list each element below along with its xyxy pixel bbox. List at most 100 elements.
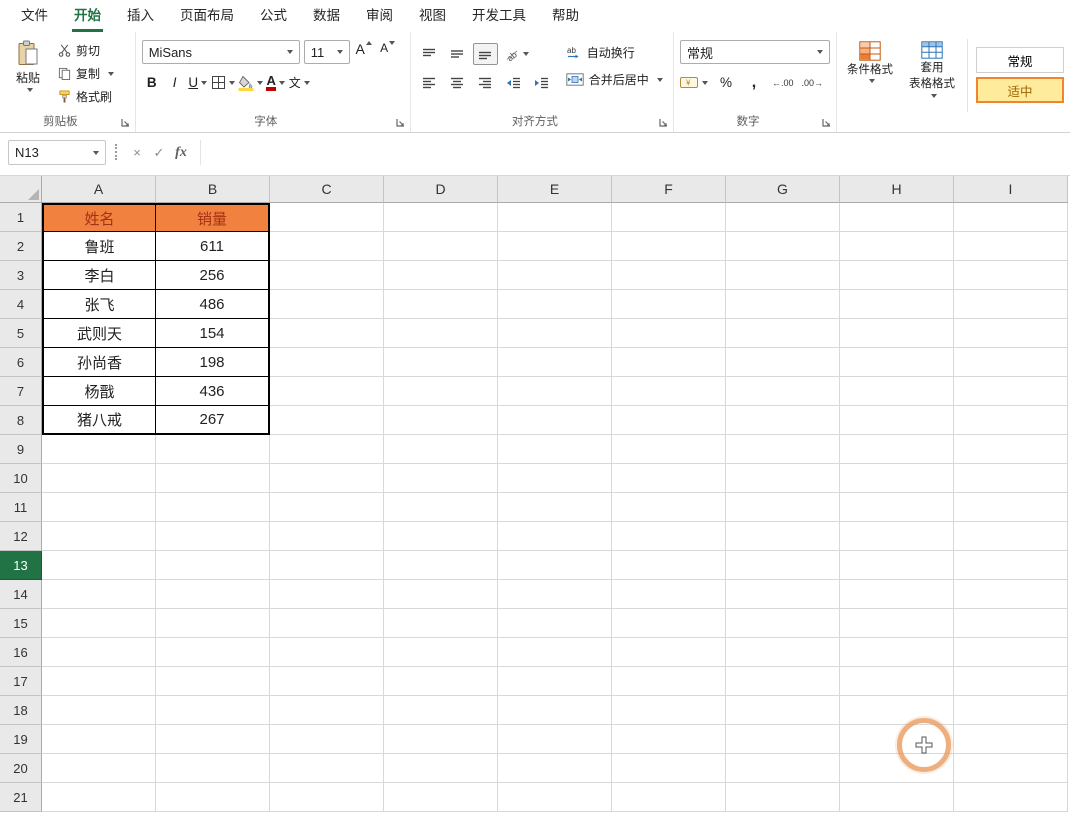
cell-A8[interactable]: 猪八戒 <box>42 406 156 435</box>
borders-dropdown-icon[interactable] <box>228 80 235 85</box>
cell-H13[interactable] <box>840 551 954 580</box>
cell-I15[interactable] <box>954 609 1068 638</box>
cell-A4[interactable]: 张飞 <box>42 290 156 319</box>
cut-button[interactable]: 剪切 <box>58 40 114 61</box>
cell-B2[interactable]: 611 <box>156 232 270 261</box>
cell-A3[interactable]: 李白 <box>42 261 156 290</box>
cell-I9[interactable] <box>954 435 1068 464</box>
borders-button[interactable] <box>211 71 235 94</box>
cell-C15[interactable] <box>270 609 384 638</box>
cell-G20[interactable] <box>726 754 840 783</box>
cell-D9[interactable] <box>384 435 498 464</box>
row-header-7[interactable]: 7 <box>0 377 42 406</box>
cell-F4[interactable] <box>612 290 726 319</box>
cell-A20[interactable] <box>42 754 156 783</box>
bottom-align-button[interactable] <box>472 43 498 65</box>
cell-D14[interactable] <box>384 580 498 609</box>
cell-G15[interactable] <box>726 609 840 638</box>
merge-center-button[interactable]: 合并后居中 <box>566 71 663 88</box>
cell-I16[interactable] <box>954 638 1068 667</box>
cell-H16[interactable] <box>840 638 954 667</box>
cell-G16[interactable] <box>726 638 840 667</box>
column-header-H[interactable]: H <box>840 176 954 203</box>
cell-A5[interactable]: 武则天 <box>42 319 156 348</box>
cell-G10[interactable] <box>726 464 840 493</box>
cell-I11[interactable] <box>954 493 1068 522</box>
row-header-13[interactable]: 13 <box>0 551 42 580</box>
percent-style-button[interactable]: % <box>716 71 736 94</box>
format-as-table-button[interactable]: 套用 表格格式 <box>905 39 959 112</box>
cell-I7[interactable] <box>954 377 1068 406</box>
cell-G17[interactable] <box>726 667 840 696</box>
cell-H11[interactable] <box>840 493 954 522</box>
cell-I3[interactable] <box>954 261 1068 290</box>
cell-A2[interactable]: 鲁班 <box>42 232 156 261</box>
shrink-font-button[interactable]: A <box>378 40 398 64</box>
cell-C20[interactable] <box>270 754 384 783</box>
paste-dropdown-icon[interactable] <box>26 88 33 92</box>
menu-tab-page-layout[interactable]: 页面布局 <box>167 0 247 32</box>
font-size-combo[interactable]: 11 <box>303 40 350 64</box>
cell-H8[interactable] <box>840 406 954 435</box>
cell-A9[interactable] <box>42 435 156 464</box>
accounting-dropdown-icon[interactable] <box>702 80 708 85</box>
top-align-button[interactable] <box>417 43 442 65</box>
column-header-C[interactable]: C <box>270 176 384 203</box>
cell-C8[interactable] <box>270 406 384 435</box>
number-format-combo[interactable]: 常规 <box>680 40 830 64</box>
cell-B14[interactable] <box>156 580 270 609</box>
cell-B6[interactable]: 198 <box>156 348 270 377</box>
paste-button[interactable]: 粘贴 <box>6 36 50 107</box>
cell-I13[interactable] <box>954 551 1068 580</box>
cell-I10[interactable] <box>954 464 1068 493</box>
cell-G9[interactable] <box>726 435 840 464</box>
format-as-table-dropdown-icon[interactable] <box>930 93 937 98</box>
cell-C1[interactable] <box>270 203 384 232</box>
cell-C11[interactable] <box>270 493 384 522</box>
cell-E19[interactable] <box>498 725 612 754</box>
cell-H5[interactable] <box>840 319 954 348</box>
cell-C19[interactable] <box>270 725 384 754</box>
column-header-D[interactable]: D <box>384 176 498 203</box>
italic-button[interactable]: I <box>165 71 185 94</box>
cell-A12[interactable] <box>42 522 156 551</box>
cell-B18[interactable] <box>156 696 270 725</box>
cell-C17[interactable] <box>270 667 384 696</box>
increase-decimal-button[interactable]: ←.00 <box>772 71 794 94</box>
cell-D6[interactable] <box>384 348 498 377</box>
row-header-5[interactable]: 5 <box>0 319 42 348</box>
cell-B17[interactable] <box>156 667 270 696</box>
cell-D8[interactable] <box>384 406 498 435</box>
cell-D3[interactable] <box>384 261 498 290</box>
cell-G11[interactable] <box>726 493 840 522</box>
copy-dropdown-icon[interactable] <box>108 71 115 76</box>
row-header-4[interactable]: 4 <box>0 290 42 319</box>
row-header-20[interactable]: 20 <box>0 754 42 783</box>
select-all-button[interactable] <box>0 176 42 203</box>
cell-F1[interactable] <box>612 203 726 232</box>
cell-B21[interactable] <box>156 783 270 812</box>
cell-I19[interactable] <box>954 725 1068 754</box>
decrease-indent-button[interactable] <box>501 72 526 94</box>
row-header-18[interactable]: 18 <box>0 696 42 725</box>
cell-F19[interactable] <box>612 725 726 754</box>
cell-F13[interactable] <box>612 551 726 580</box>
row-header-1[interactable]: 1 <box>0 203 42 232</box>
cell-E4[interactable] <box>498 290 612 319</box>
cell-B8[interactable]: 267 <box>156 406 270 435</box>
cell-F8[interactable] <box>612 406 726 435</box>
cell-F17[interactable] <box>612 667 726 696</box>
cell-B3[interactable]: 256 <box>156 261 270 290</box>
font-size-dropdown-icon[interactable] <box>336 50 343 54</box>
menu-tab-data[interactable]: 数据 <box>300 0 353 32</box>
cell-B11[interactable] <box>156 493 270 522</box>
clipboard-dialog-launcher-icon[interactable] <box>120 117 131 128</box>
cell-H21[interactable] <box>840 783 954 812</box>
font-name-combo[interactable]: MiSans <box>141 40 300 64</box>
cell-D15[interactable] <box>384 609 498 638</box>
cell-E14[interactable] <box>498 580 612 609</box>
increase-indent-button[interactable] <box>529 72 554 94</box>
column-header-F[interactable]: F <box>612 176 726 203</box>
font-color-dropdown-icon[interactable] <box>278 80 285 85</box>
wrap-text-button[interactable]: ab 自动换行 <box>566 44 663 61</box>
